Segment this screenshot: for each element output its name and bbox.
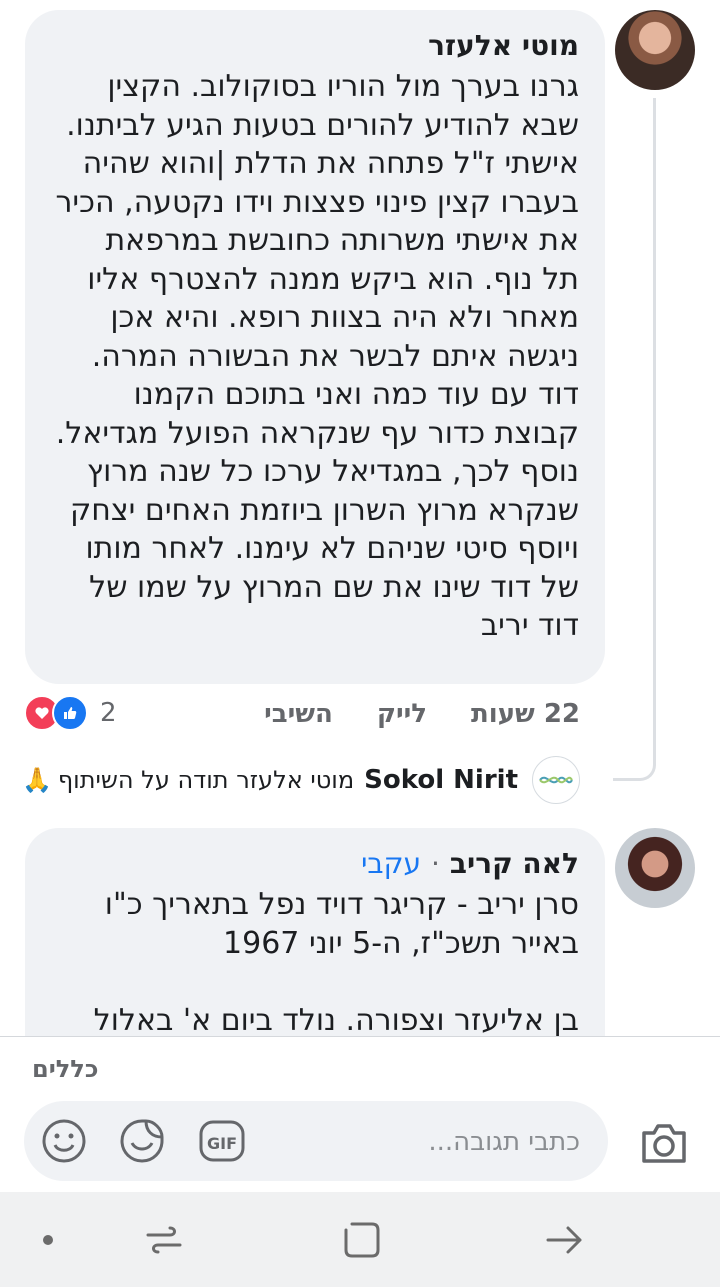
reply-button[interactable]: השיבי [264,699,333,729]
reply-preview[interactable]: Sokol Nirit מוטי אלעזר תודה על השיתוף 🙏 [22,756,580,804]
comment-line: בן אליעזר וצפורה. נולד ביום א' באלול [93,1002,579,1037]
separator-dot: · [430,847,440,880]
comments-list[interactable]: מוטי אלעזר גרנו בערך מול הוריו בסוקולוב.… [0,0,720,1036]
like-reaction-icon [52,695,88,731]
reply-avatar[interactable] [532,756,580,804]
facebook-comments-screen: מוטי אלעזר גרנו בערך מול הוריו בסוקולוב.… [0,0,720,1287]
gif-icon[interactable]: GIF [198,1117,246,1165]
comment-line: נוסף לכך, במגדיאל ערכו כל שנה מרוץ [86,454,579,489]
reaction-count: 2 [100,698,117,728]
svg-text:GIF: GIF [207,1134,237,1153]
comment-line: ניגשה איתם לבשר את הבשורה המרה. [91,338,579,374]
comment-line: שנקרא מרוץ השרון ביוזמת האחים יצחק [70,492,579,528]
comment-input-pill[interactable]: GIF [24,1101,608,1181]
comment-input[interactable] [278,1119,582,1165]
comment-text: גרנו בערך מול הוריו בסוקולוב. הקצין שבא … [49,68,579,646]
home-icon[interactable] [338,1216,386,1264]
back-icon[interactable] [540,1216,588,1264]
comment-line: של דוד שינו את שם המרוץ על שמו של [89,569,579,605]
comment-composer: כללים GIF [0,1036,720,1193]
avatar[interactable] [615,828,695,908]
praying-hands-icon: 🙏 [21,766,52,794]
system-navigation-bar [0,1192,720,1287]
assistant-dot-icon[interactable] [24,1216,72,1264]
follow-button[interactable]: עקבי [361,847,421,880]
reply-text: מוטי אלעזר תודה על השיתוף [57,766,355,794]
reaction-summary[interactable]: 2 [24,695,117,731]
comment-actions: 22 שעות לייק השיבי [264,694,580,734]
comment-line: מאחר ולא היה בצוות רופא. והיא אכן [110,300,579,335]
comment-author[interactable]: מוטי אלעזר [49,26,579,66]
comment-time[interactable]: 22 שעות [471,699,580,729]
comment-line: תל נוף. הוא ביקש ממנה להצטרף אליו [87,261,579,297]
rules-link[interactable]: כללים [32,1055,98,1083]
comment-bubble[interactable]: מוטי אלעזר גרנו בערך מול הוריו בסוקולוב.… [25,10,605,684]
like-button[interactable]: לייק [377,699,427,729]
comment-line: קבוצת כדור עף שנקראה הפועל מגדיאל. [55,415,579,451]
emoji-icon[interactable] [40,1117,88,1165]
comment-line: ויוסף סיטי שניהם לא עימנו. לאחר מותו [85,531,579,566]
comment-bubble[interactable]: לאה קריב · עקבי סרן יריב - קריגר דויד נפל … [25,828,605,1036]
comment-line: גרנו בערך מול הוריו בסוקולוב. הקצין [107,69,579,104]
reply-thread-line [613,98,656,781]
comment-text: סרן יריב - קריגר דויד נפל בתאריך כ"ו באי… [49,886,579,1036]
comment-line: דוד יריב [480,608,579,643]
comment-line [49,963,579,1002]
comment-line: סרן יריב - קריגר דויד נפל בתאריך כ"ו [104,887,579,922]
comment-line: בעברו קצין פינוי פצצות וידו נקטעה, הכיר [55,184,579,220]
sticker-icon[interactable] [118,1117,166,1165]
comment-line: את אישתי משרותה כחובשת במרפאת [105,223,579,258]
recents-icon[interactable] [140,1216,188,1264]
comment-line: באייר תשכ"ז, ה-5 יוני 1967 [223,925,579,961]
reply-author[interactable]: Sokol Nirit [364,765,518,795]
avatar[interactable] [615,10,695,90]
comment-author-row: לאה קריב · עקבי [49,844,579,884]
comment-line: אישתי ז"ל פתחה את הדלת |והוא שהיה [82,146,579,181]
comment-author[interactable]: לאה קריב [450,847,579,880]
comment-line: דוד עם עוד כמה ואני בתוכם הקמנו [133,377,579,412]
camera-icon[interactable] [638,1117,690,1169]
comment-line: שבא להודיע להורים בטעות הגיע לביתנו. [66,107,579,143]
